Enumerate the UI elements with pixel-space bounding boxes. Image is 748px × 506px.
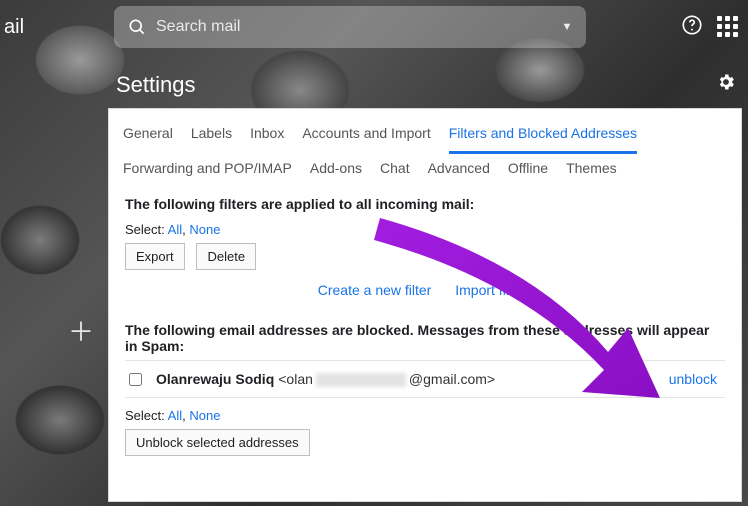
- blocked-sender-name: Olanrewaju Sodiq: [156, 371, 274, 387]
- tab-inbox[interactable]: Inbox: [250, 119, 284, 154]
- blocked-select-row: Select: All, None: [125, 408, 725, 423]
- tab-themes[interactable]: Themes: [566, 154, 617, 186]
- blocked-row-checkbox[interactable]: [129, 373, 142, 386]
- settings-tabs: General Labels Inbox Accounts and Import Fil…: [109, 109, 741, 186]
- tab-labels[interactable]: Labels: [191, 119, 232, 154]
- search-options-dropdown[interactable]: ▼: [554, 21, 580, 33]
- filters-select-all[interactable]: All: [168, 222, 182, 237]
- tab-chat[interactable]: Chat: [380, 154, 410, 186]
- blocked-heading: The following email addresses are blocke…: [125, 322, 725, 354]
- left-rail: ＋: [0, 300, 100, 360]
- search-icon: [120, 17, 154, 37]
- compose-plus-icon[interactable]: ＋: [68, 312, 94, 349]
- tab-general[interactable]: General: [123, 119, 173, 154]
- unblock-link[interactable]: unblock: [669, 371, 717, 387]
- create-filter-link[interactable]: Create a new filter: [318, 282, 432, 298]
- blocked-address-row: Olanrewaju Sodiq <olan@gmail.com> unbloc…: [125, 360, 725, 398]
- filters-select-none[interactable]: None: [189, 222, 220, 237]
- help-icon[interactable]: [681, 14, 703, 39]
- filters-heading: The following filters are applied to all…: [125, 196, 725, 212]
- tab-advanced[interactable]: Advanced: [428, 154, 490, 186]
- blocked-select-none[interactable]: None: [189, 408, 220, 423]
- search-box[interactable]: ▼: [114, 6, 586, 48]
- settings-title: Settings: [116, 72, 196, 98]
- blocked-sender-address: <olan@gmail.com>: [278, 371, 495, 387]
- blocked-select-all[interactable]: All: [168, 408, 182, 423]
- tab-add-ons[interactable]: Add-ons: [310, 154, 362, 186]
- gmail-logo-slice: ail: [0, 16, 44, 39]
- tab-filters-and-blocked-addresses[interactable]: Filters and Blocked Addresses: [449, 119, 637, 154]
- redacted-text: [316, 373, 406, 387]
- unblock-selected-button[interactable]: Unblock selected addresses: [125, 429, 310, 456]
- filters-select-row: Select: All, None: [125, 222, 725, 237]
- import-filters-link[interactable]: Import filters: [455, 282, 532, 298]
- tab-offline[interactable]: Offline: [508, 154, 548, 186]
- delete-button[interactable]: Delete: [196, 243, 256, 270]
- tab-forwarding-and-pop-imap[interactable]: Forwarding and POP/IMAP: [123, 154, 292, 186]
- export-button[interactable]: Export: [125, 243, 185, 270]
- settings-gear-icon[interactable]: [716, 72, 736, 95]
- search-input[interactable]: [154, 17, 554, 37]
- settings-panel: General Labels Inbox Accounts and Import Fil…: [108, 108, 742, 502]
- top-bar: ail ▼: [0, 0, 748, 54]
- apps-icon[interactable]: [717, 16, 738, 37]
- tab-accounts-and-import[interactable]: Accounts and Import: [302, 119, 430, 154]
